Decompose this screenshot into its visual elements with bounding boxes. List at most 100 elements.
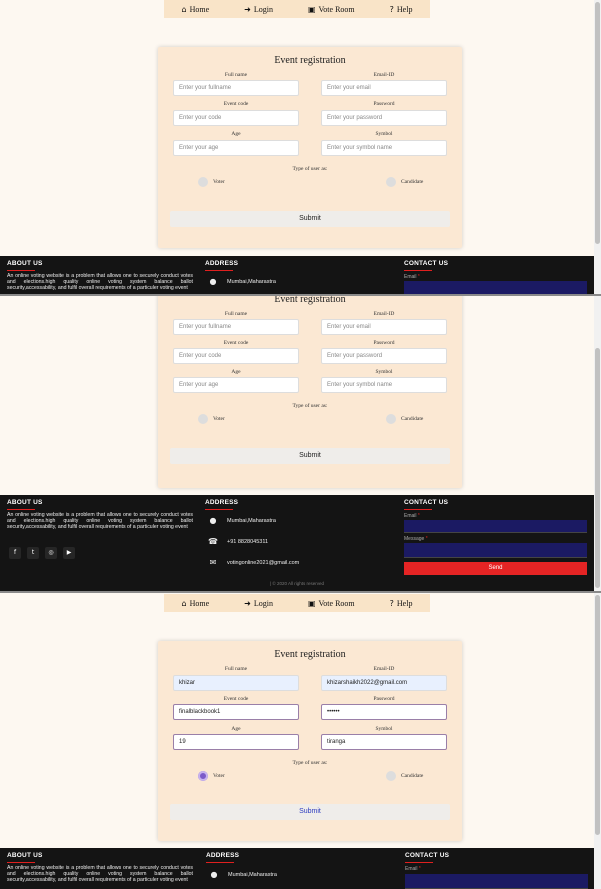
- voter-radio[interactable]: Voter: [198, 414, 225, 424]
- nav-home[interactable]: ⌂ Home: [182, 599, 210, 608]
- nav-help[interactable]: ? Help: [390, 5, 413, 14]
- password-input[interactable]: ••••••: [321, 704, 447, 720]
- symbol-input[interactable]: Enter your symbol name: [321, 140, 447, 156]
- fullname-input[interactable]: Enter your fullname: [173, 80, 299, 96]
- user-type-label: Type of user as:: [292, 166, 328, 172]
- send-button[interactable]: Send: [404, 562, 587, 575]
- password-label: Password: [373, 696, 395, 702]
- scrollbar-3[interactable]: [594, 593, 601, 889]
- candidate-radio[interactable]: Candidate: [386, 771, 423, 781]
- contact-email-label: Email *: [404, 274, 420, 280]
- about-text: An online voting website is a problem th…: [7, 865, 193, 884]
- footer: ABOUT US An online voting website is a p…: [0, 256, 594, 296]
- voter-radio[interactable]: Voter: [198, 771, 225, 781]
- age-input[interactable]: Enter your age: [173, 377, 299, 393]
- nav-vote-room[interactable]: ▣ Vote Room: [308, 599, 355, 608]
- submit-button[interactable]: Submit: [170, 804, 450, 820]
- age-input[interactable]: Enter your age: [173, 140, 299, 156]
- scrollbar-thumb-3[interactable]: [595, 595, 600, 835]
- nav-vote-room-label: Vote Room: [318, 598, 355, 608]
- registration-card: Event registration Full name Email-ID kh…: [158, 641, 462, 841]
- copyright-text: | © 2020 All rights reserved: [269, 581, 324, 586]
- vote-room-icon: ▣: [307, 4, 316, 14]
- submit-button[interactable]: Submit: [170, 211, 450, 227]
- instagram-icon[interactable]: ◎: [45, 547, 57, 559]
- fullname-input[interactable]: khizar: [173, 675, 299, 691]
- nav-home[interactable]: ⌂ Home: [182, 5, 210, 14]
- contact-message-field[interactable]: [404, 543, 587, 558]
- age-label: Age: [231, 369, 241, 375]
- eventcode-input[interactable]: Enter your code: [173, 348, 299, 364]
- address-row: ● Mumbai,Maharastra: [207, 277, 276, 286]
- nav-vote-room[interactable]: ▣ Vote Room: [308, 5, 355, 14]
- password-input[interactable]: Enter your password: [321, 348, 447, 364]
- user-type-label: Type of user as:: [292, 403, 328, 409]
- nav-login[interactable]: ➜ Login: [244, 599, 273, 608]
- candidate-label: Candidate: [401, 179, 424, 185]
- login-icon: ➜: [244, 598, 251, 608]
- contact-message-label: Message *: [404, 536, 428, 542]
- candidate-radio-dot[interactable]: [386, 414, 396, 424]
- twitter-icon[interactable]: t: [27, 547, 39, 559]
- symbol-input[interactable]: tiranga: [321, 734, 447, 750]
- candidate-radio[interactable]: Candidate: [386, 177, 423, 187]
- scrollbar-1[interactable]: [594, 0, 601, 296]
- eventcode-input[interactable]: finalblackbook1: [173, 704, 299, 720]
- email-label: Email-ID: [373, 666, 395, 672]
- candidate-radio-dot[interactable]: [386, 177, 396, 187]
- phone-text: +91 8828045311: [227, 538, 269, 545]
- contact-email-field[interactable]: [404, 520, 587, 533]
- screenshot-frame-1: ⌂ Home ➜ Login ▣ Vote Room ? Help Event regi…: [0, 0, 594, 296]
- scrollbar-2[interactable]: [594, 296, 601, 592]
- nav-vote-room-label: Vote Room: [318, 4, 355, 14]
- help-icon: ?: [389, 4, 394, 14]
- contact-email-field[interactable]: [405, 874, 588, 889]
- voter-label: Voter: [213, 773, 225, 779]
- submit-button[interactable]: Submit: [170, 448, 450, 464]
- nav-login[interactable]: ➜ Login: [244, 5, 273, 14]
- voter-radio-dot[interactable]: [198, 177, 208, 187]
- map-marker-icon: ●: [209, 516, 217, 525]
- top-navbar: ⌂ Home ➜ Login ▣ Vote Room ? Help: [164, 0, 430, 18]
- nav-help[interactable]: ? Help: [390, 599, 413, 608]
- scrollbar-thumb-1[interactable]: [595, 2, 600, 244]
- symbol-input[interactable]: Enter your symbol name: [321, 377, 447, 393]
- email-input[interactable]: Enter your email: [321, 319, 447, 335]
- voter-label: Voter: [213, 179, 225, 185]
- contact-underline: [404, 509, 432, 510]
- contact-email-label: Email *: [404, 513, 420, 519]
- age-input[interactable]: 19: [173, 734, 299, 750]
- candidate-label: Candidate: [401, 416, 424, 422]
- footer: ABOUT US An online voting website is a p…: [0, 495, 594, 592]
- voter-radio[interactable]: Voter: [198, 177, 225, 187]
- voter-radio-dot[interactable]: [198, 414, 208, 424]
- address-text: Mumbai,Maharastra: [227, 278, 276, 285]
- password-input[interactable]: Enter your password: [321, 110, 447, 126]
- address-underline: [205, 270, 233, 271]
- candidate-radio-dot[interactable]: [386, 771, 396, 781]
- eventcode-label: Event code: [223, 696, 249, 702]
- eventcode-input[interactable]: Enter your code: [173, 110, 299, 126]
- contact-heading: CONTACT US: [404, 260, 449, 267]
- email-input[interactable]: khizarshaikh2022@gmail.com: [321, 675, 447, 691]
- youtube-icon[interactable]: ▶: [63, 547, 75, 559]
- email-input[interactable]: Enter your email: [321, 80, 447, 96]
- voter-radio-dot-checked[interactable]: [198, 771, 208, 781]
- email-row: ✉ votingonline2021@gmail.com: [207, 558, 300, 567]
- required-mark: *: [417, 513, 420, 519]
- about-underline: [7, 509, 35, 510]
- phone-icon: ☎: [208, 537, 218, 546]
- contact-email-label-text: Email: [404, 513, 417, 519]
- address-text: Mumbai,Maharastra: [228, 871, 277, 878]
- footer: ABOUT US An online voting website is a p…: [0, 848, 594, 889]
- registration-card: Event registration Full name Email-ID En…: [158, 296, 462, 488]
- symbol-label: Symbol: [375, 726, 393, 732]
- scrollbar-thumb-2[interactable]: [595, 348, 600, 588]
- fullname-input[interactable]: Enter your fullname: [173, 319, 299, 335]
- facebook-icon[interactable]: f: [9, 547, 21, 559]
- phone-row: ☎ +91 8828045311: [207, 537, 268, 546]
- map-marker-icon: ●: [210, 870, 218, 879]
- vote-room-icon: ▣: [307, 598, 316, 608]
- candidate-radio[interactable]: Candidate: [386, 414, 423, 424]
- symbol-label: Symbol: [375, 131, 393, 137]
